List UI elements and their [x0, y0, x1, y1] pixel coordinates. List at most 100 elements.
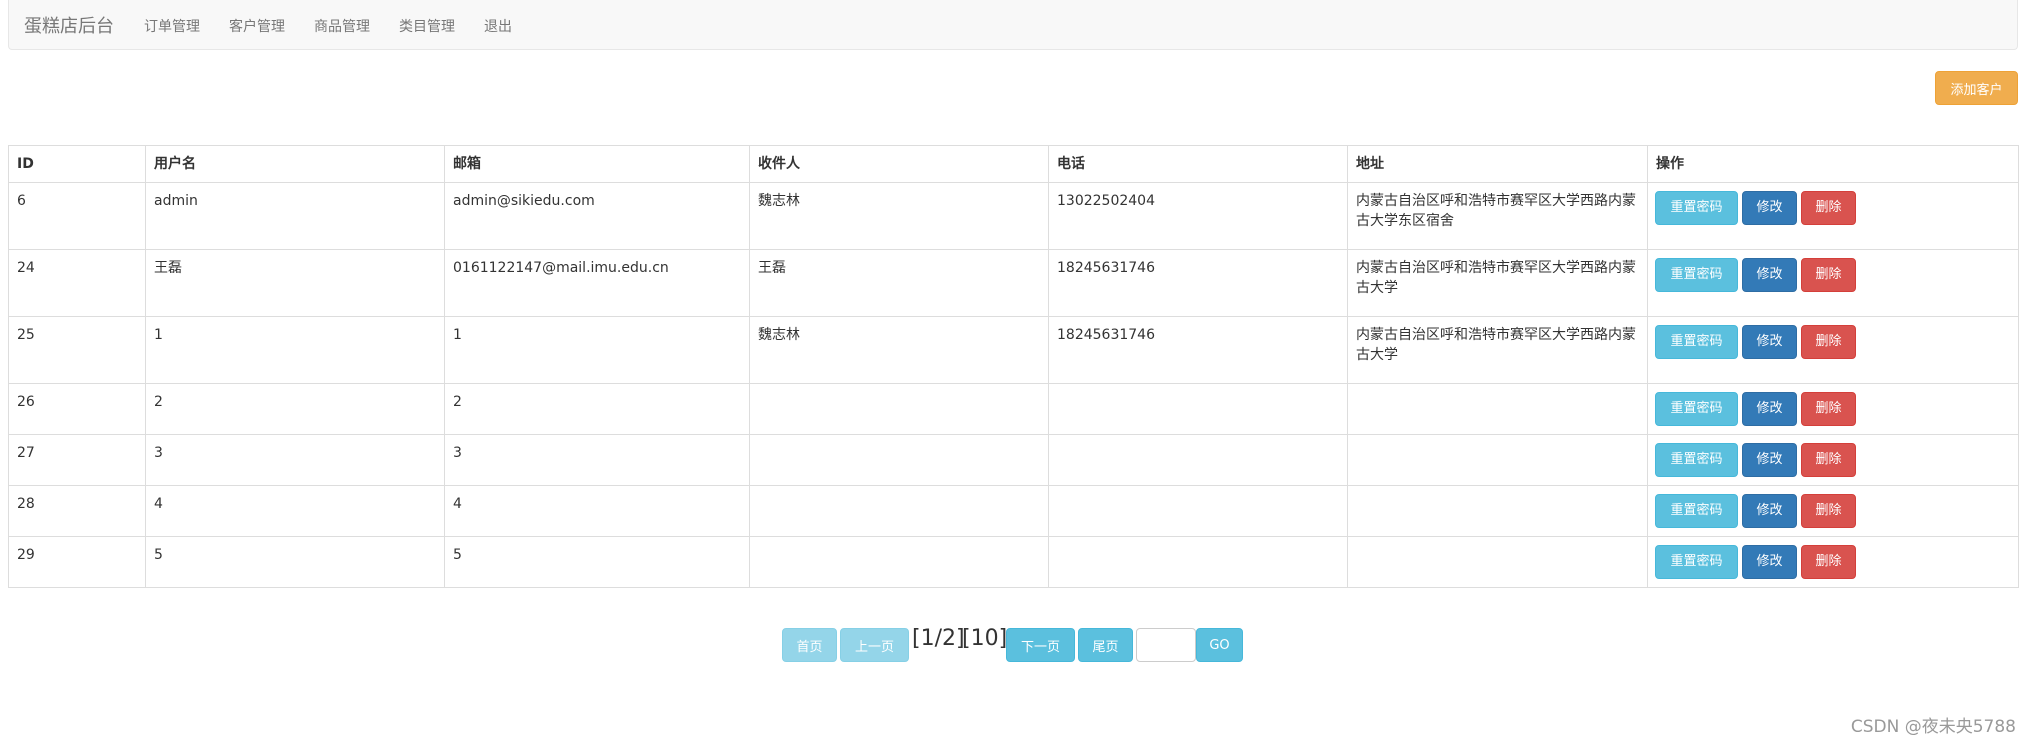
edit-button[interactable]: 修改: [1742, 443, 1797, 477]
table-row: 27 3 3 重置密码 修改 删除: [8, 434, 2019, 486]
customer-table: ID 用户名 邮箱 收件人 电话 地址 操作 6 admin admin@sik…: [8, 145, 2019, 588]
cell-phone: [1048, 383, 1348, 435]
cell-actions: 重置密码 修改 删除: [1647, 316, 2019, 384]
header-username: 用户名: [145, 145, 445, 183]
cell-phone: [1048, 485, 1348, 537]
delete-button[interactable]: 删除: [1801, 325, 1856, 359]
header-id: ID: [8, 145, 146, 183]
cell-actions: 重置密码 修改 删除: [1647, 249, 2019, 317]
table-header-row: ID 用户名 邮箱 收件人 电话 地址 操作: [8, 145, 2019, 183]
edit-button[interactable]: 修改: [1742, 545, 1797, 579]
cell-id: 26: [8, 383, 146, 435]
header-email: 邮箱: [444, 145, 750, 183]
table-row: 6 admin admin@sikiedu.com 魏志林 1302250240…: [8, 182, 2019, 250]
nav-product-management[interactable]: 商品管理: [314, 16, 370, 36]
cell-username: 5: [145, 536, 445, 588]
cell-id: 27: [8, 434, 146, 486]
header-address: 地址: [1347, 145, 1648, 183]
cell-receiver: [749, 485, 1049, 537]
cell-address: 内蒙古自治区呼和浩特市赛罕区大学西路内蒙古大学东区宿舍: [1347, 182, 1648, 250]
cell-actions: 重置密码 修改 删除: [1647, 536, 2019, 588]
page-info: [1/2]: [912, 626, 965, 651]
edit-button[interactable]: 修改: [1742, 191, 1797, 225]
header-phone: 电话: [1048, 145, 1348, 183]
cell-actions: 重置密码 修改 删除: [1647, 434, 2019, 486]
edit-button[interactable]: 修改: [1742, 258, 1797, 292]
cell-id: 28: [8, 485, 146, 537]
delete-button[interactable]: 删除: [1801, 258, 1856, 292]
reset-password-button[interactable]: 重置密码: [1655, 494, 1738, 528]
edit-button[interactable]: 修改: [1742, 392, 1797, 426]
table-row: 24 王磊 0161122147@mail.imu.edu.cn 王磊 1824…: [8, 249, 2019, 317]
cell-id: 24: [8, 249, 146, 317]
cell-actions: 重置密码 修改 删除: [1647, 182, 2019, 250]
cell-email: 1: [444, 316, 750, 384]
cell-username: 4: [145, 485, 445, 537]
cell-phone: 13022502404: [1048, 182, 1348, 250]
cell-phone: [1048, 536, 1348, 588]
nav-category-management[interactable]: 类目管理: [399, 16, 455, 36]
last-page-button[interactable]: 尾页: [1078, 628, 1133, 662]
table-row: 25 1 1 魏志林 18245631746 内蒙古自治区呼和浩特市赛罕区大学西…: [8, 316, 2019, 384]
first-page-button[interactable]: 首页: [782, 628, 837, 662]
next-page-button[interactable]: 下一页: [1006, 628, 1075, 662]
cell-address: [1347, 485, 1648, 537]
add-customer-button[interactable]: 添加客户: [1935, 71, 2018, 105]
delete-button[interactable]: 删除: [1801, 545, 1856, 579]
cell-address: [1347, 434, 1648, 486]
reset-password-button[interactable]: 重置密码: [1655, 258, 1738, 292]
cell-phone: 18245631746: [1048, 316, 1348, 384]
delete-button[interactable]: 删除: [1801, 443, 1856, 477]
cell-id: 29: [8, 536, 146, 588]
edit-button[interactable]: 修改: [1742, 325, 1797, 359]
reset-password-button[interactable]: 重置密码: [1655, 191, 1738, 225]
prev-page-button[interactable]: 上一页: [840, 628, 909, 662]
brand[interactable]: 蛋糕店后台: [24, 12, 114, 38]
page-number-input[interactable]: [1136, 628, 1196, 662]
cell-email: 2: [444, 383, 750, 435]
nav-links: 订单管理 客户管理 商品管理 类目管理 退出: [144, 16, 541, 36]
table-row: 29 5 5 重置密码 修改 删除: [8, 536, 2019, 588]
reset-password-button[interactable]: 重置密码: [1655, 392, 1738, 426]
delete-button[interactable]: 删除: [1801, 191, 1856, 225]
reset-password-button[interactable]: 重置密码: [1655, 325, 1738, 359]
cell-receiver: [749, 434, 1049, 486]
reset-password-button[interactable]: 重置密码: [1655, 545, 1738, 579]
cell-address: [1347, 383, 1648, 435]
cell-email: 4: [444, 485, 750, 537]
edit-button[interactable]: 修改: [1742, 494, 1797, 528]
cell-username: 王磊: [145, 249, 445, 317]
watermark: CSDN @夜未央5788: [1850, 717, 2016, 737]
cell-username: 2: [145, 383, 445, 435]
go-button[interactable]: GO: [1196, 628, 1243, 662]
reset-password-button[interactable]: 重置密码: [1655, 443, 1738, 477]
nav-logout[interactable]: 退出: [484, 16, 512, 36]
cell-phone: 18245631746: [1048, 249, 1348, 317]
nav-order-management[interactable]: 订单管理: [144, 16, 200, 36]
header-receiver: 收件人: [749, 145, 1049, 183]
cell-address: [1347, 536, 1648, 588]
cell-receiver: [749, 536, 1049, 588]
cell-actions: 重置密码 修改 删除: [1647, 485, 2019, 537]
cell-receiver: [749, 383, 1049, 435]
cell-id: 6: [8, 182, 146, 250]
cell-receiver: 魏志林: [749, 316, 1049, 384]
total-count: [10]: [962, 626, 1008, 651]
nav-customer-management[interactable]: 客户管理: [229, 16, 285, 36]
header-actions: 操作: [1647, 145, 2019, 183]
cell-email: 5: [444, 536, 750, 588]
table-row: 28 4 4 重置密码 修改 删除: [8, 485, 2019, 537]
cell-email: 3: [444, 434, 750, 486]
cell-email: 0161122147@mail.imu.edu.cn: [444, 249, 750, 317]
cell-username: admin: [145, 182, 445, 250]
cell-username: 3: [145, 434, 445, 486]
delete-button[interactable]: 删除: [1801, 392, 1856, 426]
table-row: 26 2 2 重置密码 修改 删除: [8, 383, 2019, 435]
cell-actions: 重置密码 修改 删除: [1647, 383, 2019, 435]
cell-username: 1: [145, 316, 445, 384]
cell-id: 25: [8, 316, 146, 384]
cell-email: admin@sikiedu.com: [444, 182, 750, 250]
cell-receiver: 魏志林: [749, 182, 1049, 250]
delete-button[interactable]: 删除: [1801, 494, 1856, 528]
cell-phone: [1048, 434, 1348, 486]
